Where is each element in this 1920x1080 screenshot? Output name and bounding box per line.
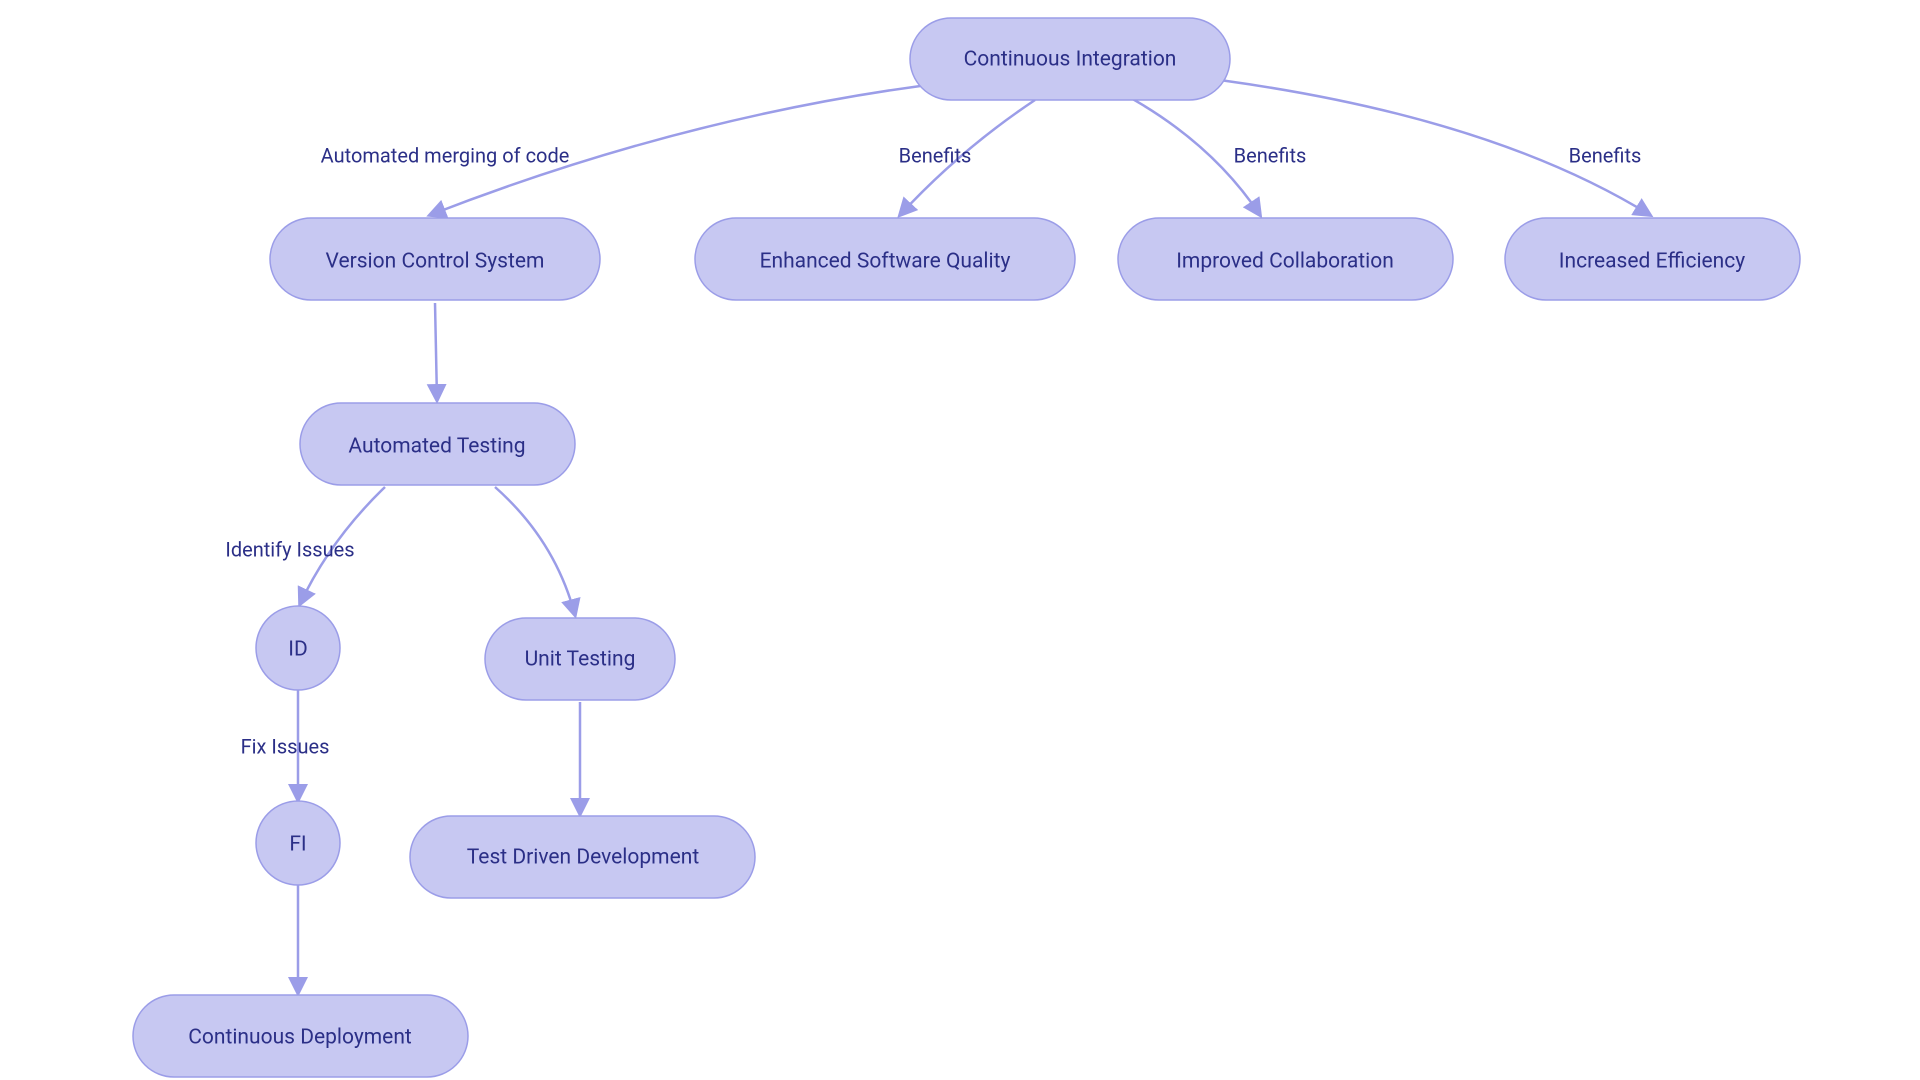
edge-label-ci-ie: Benefits <box>1569 143 1642 167</box>
node-label-esq: Enhanced Software Quality <box>760 250 1011 274</box>
node-label-at: Automated Testing <box>348 435 525 459</box>
node-label-ut: Unit Testing <box>525 648 636 672</box>
node-label-ie: Increased Efficiency <box>1559 250 1745 274</box>
node-label-cd: Continuous Deployment <box>188 1026 412 1050</box>
node-label-fi: FI <box>289 833 306 857</box>
node-label-id: ID <box>288 638 308 662</box>
edge-at-ut <box>495 487 575 615</box>
node-label-tdd: Test Driven Development <box>467 846 700 870</box>
edge-label-at-id: Identify Issues <box>225 537 354 561</box>
node-label-ic: Improved Collaboration <box>1176 250 1394 274</box>
edge-vcs-at <box>435 303 437 400</box>
edge-label-ci-esq: Benefits <box>899 143 972 167</box>
node-label-ci: Continuous Integration <box>964 48 1177 72</box>
ci-diagram: Automated merging of code Benefits Benef… <box>0 0 1920 1080</box>
edge-label-id-fi: Fix Issues <box>241 734 330 758</box>
edge-label-ci-vcs: Automated merging of code <box>321 143 570 167</box>
edge-label-ci-ic: Benefits <box>1234 143 1307 167</box>
node-label-vcs: Version Control System <box>326 250 545 274</box>
